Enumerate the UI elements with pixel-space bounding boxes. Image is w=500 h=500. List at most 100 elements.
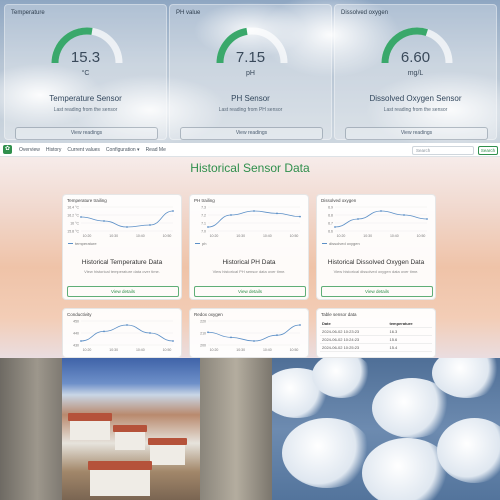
roof [68,413,112,421]
x-tick-label: 10:40 [136,348,145,352]
series-line [334,210,428,228]
x-tick-label: 10:20 [83,348,92,352]
y-tick-label: 16.2 °C [67,214,79,218]
roof [113,425,147,432]
table-title: Table sensor data [321,312,357,317]
data-point [299,324,301,326]
nav-link-read-me[interactable]: Read Me [146,147,166,153]
table-row: 2024-06-02 10:24:23 15.6 [320,335,432,344]
house [115,430,145,450]
view-readings-button[interactable]: View readings [345,127,488,140]
gauge-card-dissolved-oxygen: Dissolved oxygen 6.60 mg/L Dissolved Oxy… [334,4,497,140]
ph-line-chart: 7.3 7.2 7.1 7.0 10:20 10:30 10:40 10:50 [201,206,301,238]
gauge-card-temperature: Temperature 15.3 °C Temperature Sensor L… [4,4,167,140]
gauge-title: Temperature [11,10,45,16]
history-card-conductivity: Conductivity 450 440 430 10:20 10:30 10:40 10:… [62,308,182,358]
y-tick-label: 6.8 [328,214,333,218]
sensor-subtitle: Last reading from the sensor [53,107,118,113]
gauge-value: 6.60 [400,49,431,66]
x-tick-label: 10:30 [109,348,118,352]
data-point [172,340,174,342]
data-point [103,220,105,222]
card-description: View historical dissolved oxygen data ov… [333,269,419,274]
gauge-value: 15.3 [70,49,101,66]
data-point [276,334,278,337]
data-point [334,226,336,228]
search-input[interactable]: Search [412,146,474,155]
history-card-redox: Redox oxygen 220 210 200 10:20 10:30 10:40 10:… [189,308,309,358]
x-tick-label: 10:50 [163,348,172,352]
table-row: 2024-06-02 10:23:23 16.3 [320,327,432,336]
house [150,443,185,465]
town-photo [0,358,272,500]
sensor-name: PH Sensor [231,94,270,103]
card-title: Historical Dissolved Oxygen Data [327,259,425,266]
x-tick-label: 10:40 [136,234,145,238]
house [70,418,110,440]
data-point [207,331,209,334]
nav-link-configuration[interactable]: Configuration ▾ [106,147,140,153]
data-point [403,214,405,216]
y-tick-label: 430 [73,344,79,348]
view-readings-button[interactable]: View readings [15,127,158,140]
data-point [126,226,128,228]
gauge-value: 7.15 [235,49,266,66]
y-tick-label: 200 [200,344,206,348]
leaf-icon[interactable]: ✿ [3,145,12,154]
data-point [380,210,382,212]
dissolved-oxygen-line-chart: 6.9 6.8 6.7 6.6 10:20 10:30 10:40 10:50 [328,206,428,238]
y-tick-label: 220 [200,320,206,324]
data-point [276,212,278,215]
legend-label: ph [202,241,207,246]
historical-section: Historical Sensor Data Temperature trail… [0,157,500,358]
view-details-button[interactable]: View details [67,286,179,297]
data-point [299,215,301,218]
x-tick-label: 10:50 [163,234,172,238]
data-point [80,216,82,218]
table-row: 2024-06-02 10:25:23 15.4 [320,343,432,352]
nav-link-overview[interactable]: Overview [19,147,40,153]
x-tick-label: 10:40 [263,348,272,352]
roof [148,438,187,445]
table-cell: 15.6 [387,335,432,344]
x-tick-label: 10:30 [236,234,245,238]
data-point [426,218,428,220]
view-details-button[interactable]: View details [194,286,306,297]
data-point [253,210,255,212]
view-details-button[interactable]: View details [321,286,433,297]
y-tick-label: 6.7 [328,222,333,226]
clouds-photo [272,358,500,500]
gauge-unit: mg/L [407,70,424,77]
x-tick-label: 10:50 [290,234,299,238]
card-description: View historical temperature data over ti… [84,269,160,274]
x-tick-label: 10:50 [417,234,426,238]
sensor-data-table: Date temperature 2024-06-02 10:23:23 16.… [320,320,432,352]
sensor-subtitle: Last reading from the sensor [383,107,448,113]
chart-legend: dissolved oxygen [322,241,360,246]
nav-link-history[interactable]: History [46,147,62,153]
stone-wall-right [200,358,272,500]
cloud [312,358,372,398]
conductivity-line-chart: 450 440 430 10:20 10:30 10:40 10:50 [73,320,174,352]
search-button[interactable]: Search [478,146,498,155]
x-tick-label: 10:20 [210,348,219,352]
data-point [357,218,359,220]
x-tick-label: 10:30 [363,234,372,238]
redox-line-chart: 220 210 200 10:20 10:30 10:40 10:50 [200,320,301,352]
x-tick-label: 10:20 [337,234,346,238]
data-point [126,324,128,326]
cloud [282,418,372,488]
nav-links: Overview History Current values Configur… [19,147,172,153]
roof [88,461,152,470]
data-point [172,210,174,212]
x-tick-label: 10:20 [210,234,219,238]
card-title: Historical Temperature Data [81,259,163,266]
x-tick-label: 10:20 [83,234,92,238]
view-readings-button[interactable]: View readings [180,127,323,140]
data-point [149,224,151,226]
table-cell: 2024-06-02 10:24:23 [320,335,388,344]
column-header: temperature [387,320,432,328]
nav-link-current-values[interactable]: Current values [67,147,100,153]
gauge-unit: °C [81,70,90,77]
x-tick-label: 10:40 [390,234,399,238]
